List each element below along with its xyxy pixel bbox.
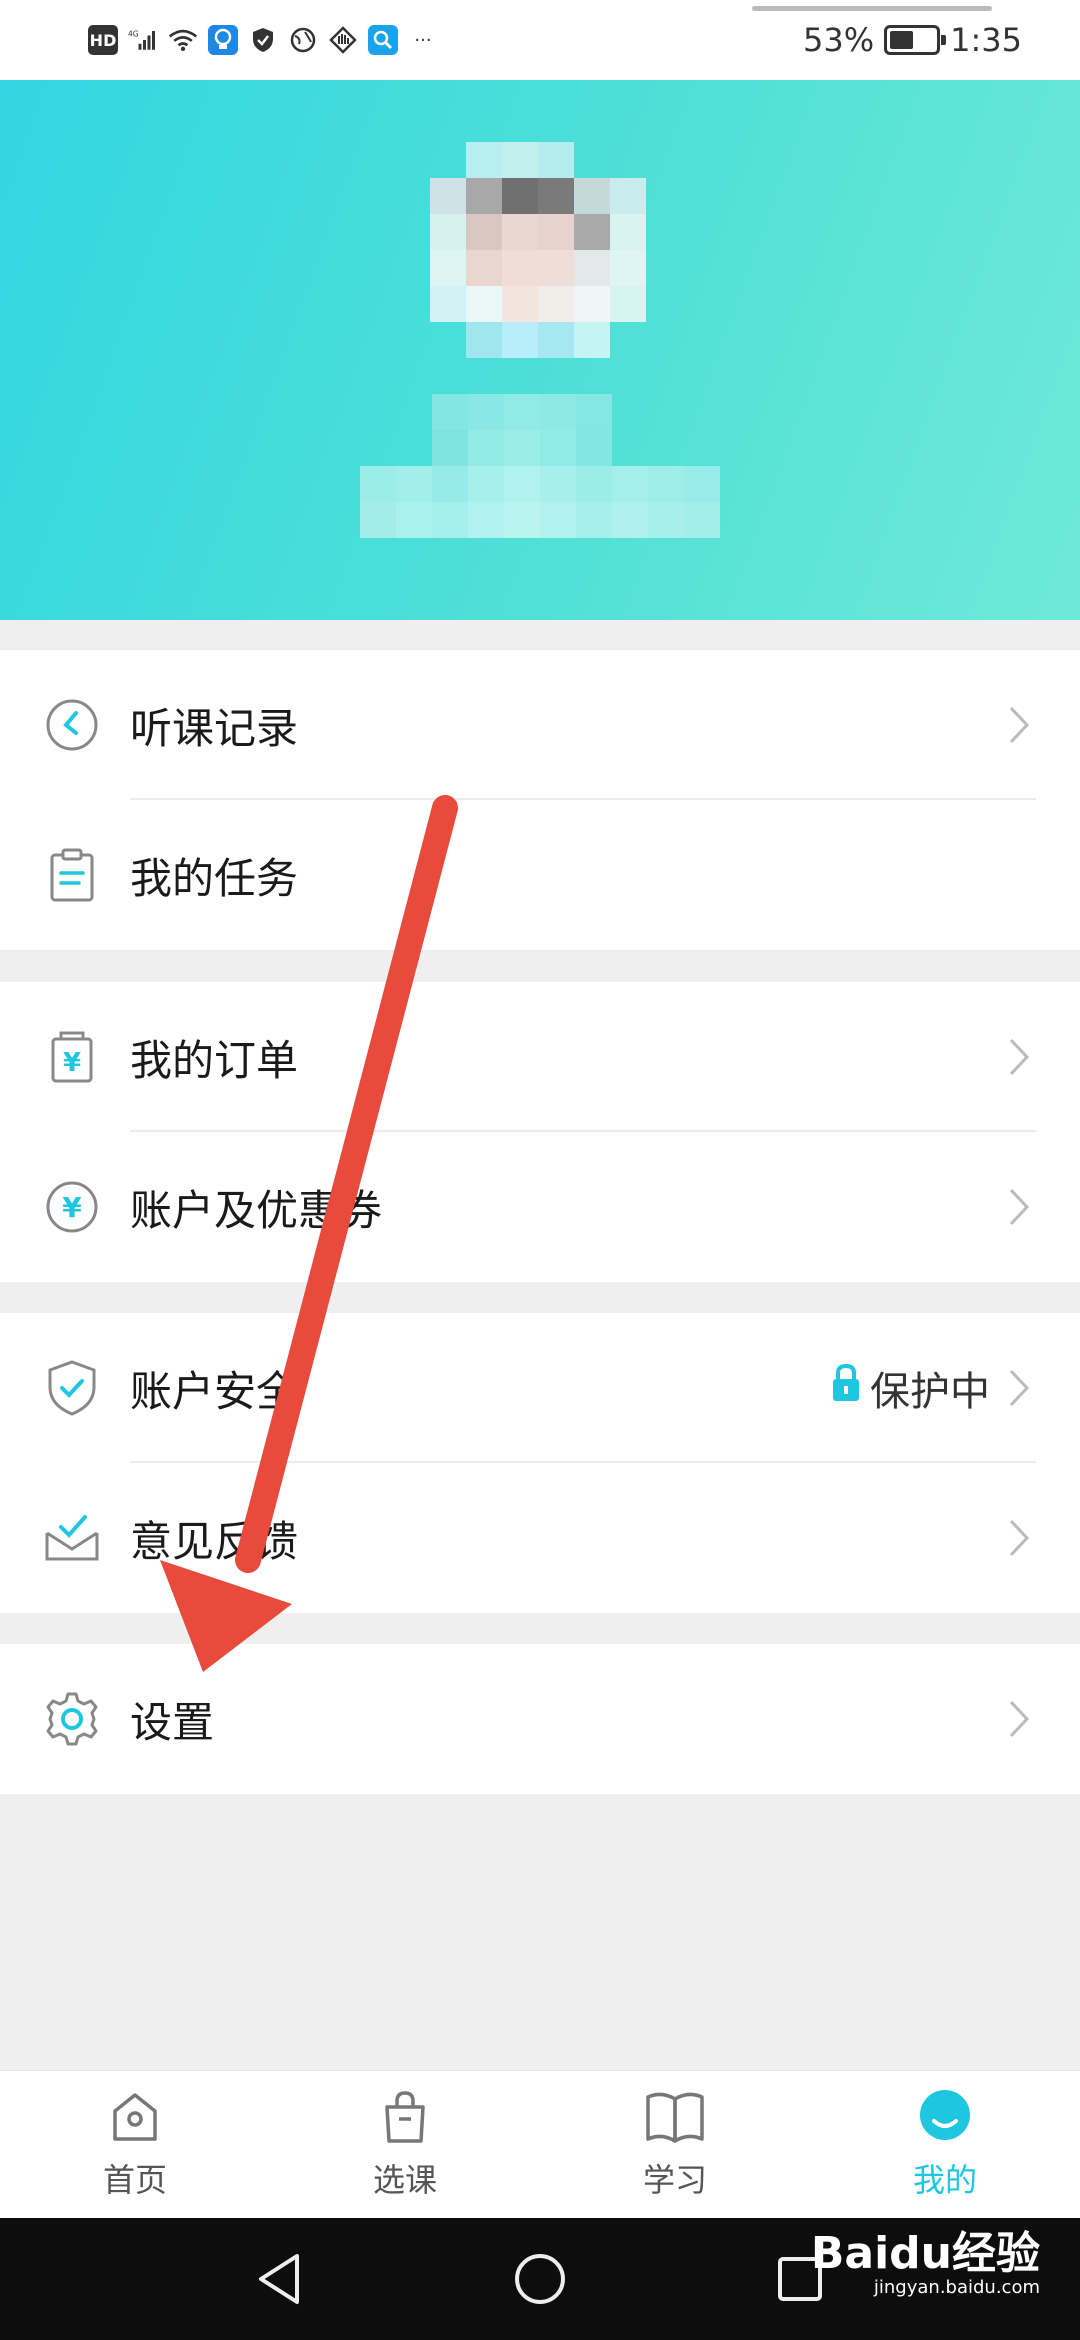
battery-percent: 53% [803, 21, 875, 59]
profile-header [0, 80, 1080, 620]
chevron-right-icon [1004, 1516, 1034, 1560]
avatar[interactable] [430, 142, 646, 358]
menu-label: 我的订单 [130, 1035, 299, 1085]
search-app-icon [368, 25, 398, 55]
menu-label: 设置 [130, 1697, 215, 1747]
security-status: 保护中 [830, 1359, 990, 1417]
watermark-url: jingyan.baidu.com [873, 2277, 1040, 2299]
status-right: 53% 1:35 [803, 21, 1022, 59]
back-icon[interactable] [250, 2249, 310, 2309]
battery-icon [884, 25, 947, 55]
chevron-right-icon [1004, 1697, 1034, 1741]
menu-item-feedback[interactable]: 意见反馈 [0, 1463, 1080, 1613]
feedback-icon [42, 1508, 102, 1568]
battery-level [890, 31, 914, 49]
chevron-right-icon [1004, 1185, 1034, 1229]
menu-item-my-tasks[interactable]: 我的任务 [0, 800, 1080, 950]
signal-icon: 4G [128, 25, 158, 55]
order-bag-icon: ¥ [42, 1027, 102, 1087]
tab-label: 我的 [912, 2160, 977, 2199]
status-bar: HD 4G ··· 53% 1:35 [0, 0, 1080, 80]
watermark-brand: Baidu经验 [810, 2228, 1040, 2279]
lock-icon [830, 1363, 862, 1413]
more-notifications-icon: ··· [414, 29, 432, 51]
menu-item-account-coupons[interactable]: ¥ 账户及优惠券 [0, 1132, 1080, 1282]
shopping-bag-icon [377, 2089, 433, 2149]
clipboard-icon [42, 845, 102, 905]
status-left-icons: HD 4G ··· [88, 25, 438, 55]
shield-status-icon [248, 25, 278, 55]
menu-label: 账户及优惠券 [130, 1185, 383, 1235]
baidu-watermark: Baidu经验 jingyan.baidu.com [810, 2228, 1040, 2299]
hand-icon [328, 25, 358, 55]
username-blurred [360, 394, 720, 538]
tab-study[interactable]: 学习 [540, 2071, 810, 2218]
home-icon [107, 2089, 163, 2149]
clock: 1:35 [950, 21, 1022, 59]
book-icon [644, 2089, 706, 2149]
menu-label: 意见反馈 [130, 1516, 299, 1566]
clock-back-icon [42, 695, 102, 755]
tab-home[interactable]: 首页 [0, 2071, 270, 2218]
wifi-icon [168, 25, 198, 55]
tab-courses[interactable]: 选课 [270, 2071, 540, 2218]
menu-item-settings[interactable]: 设置 [0, 1644, 1080, 1794]
tab-label: 学习 [642, 2160, 707, 2199]
home-circle-icon[interactable] [510, 2249, 570, 2309]
lightbulb-icon [208, 25, 238, 55]
security-status-text: 保护中 [870, 1369, 990, 1415]
menu-group-learning: 听课记录 我的任务 [0, 650, 1080, 950]
yuan-coin-icon: ¥ [42, 1177, 102, 1237]
menu-label: 账户安全 [130, 1366, 299, 1416]
tab-label: 首页 [102, 2160, 167, 2199]
status-handle [752, 6, 992, 11]
svg-text:¥: ¥ [62, 1191, 82, 1224]
chevron-right-icon [1004, 1366, 1034, 1410]
shield-check-icon [42, 1358, 102, 1418]
menu-group-settings: 设置 [0, 1644, 1080, 1794]
menu-label: 听课记录 [130, 703, 299, 753]
gear-icon [42, 1689, 102, 1749]
chevron-right-icon [1004, 1035, 1034, 1079]
hd-icon: HD [88, 25, 118, 55]
menu-group-account: ¥ 我的订单 ¥ 账户及优惠券 [0, 982, 1080, 1282]
globe-icon [288, 25, 318, 55]
profile-face-icon [917, 2089, 973, 2149]
menu-item-my-orders[interactable]: ¥ 我的订单 [0, 982, 1080, 1132]
bottom-tab-bar: 首页 选课 学习 我的 [0, 2070, 1080, 2218]
chevron-right-icon [1004, 703, 1034, 747]
tab-mine[interactable]: 我的 [810, 2071, 1080, 2218]
svg-text:4G: 4G [128, 29, 139, 38]
tab-label: 选课 [372, 2160, 437, 2199]
menu-group-security: 账户安全 保护中 意见反馈 [0, 1313, 1080, 1613]
svg-text:¥: ¥ [63, 1048, 81, 1078]
menu-label: 我的任务 [130, 853, 299, 903]
menu-item-account-security[interactable]: 账户安全 保护中 [0, 1313, 1080, 1463]
menu-item-listening-history[interactable]: 听课记录 [0, 650, 1080, 800]
